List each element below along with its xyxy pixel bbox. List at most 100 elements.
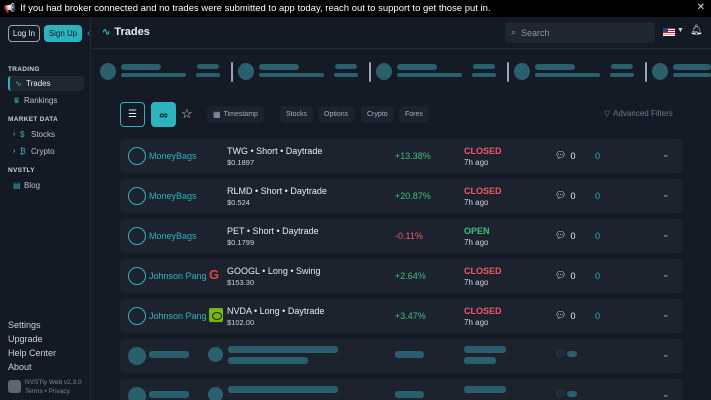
trade-time: 7h ago xyxy=(464,318,489,327)
ticker-skeleton-line xyxy=(121,73,186,77)
filter-chip-forex[interactable]: Forex xyxy=(399,106,429,123)
skeleton-row: 💬︎ ⌄ xyxy=(120,379,683,400)
chevron-down-icon[interactable]: ⌄ xyxy=(662,309,670,320)
close-icon[interactable]: ✕ xyxy=(697,2,705,13)
search-input[interactable] xyxy=(521,27,642,38)
skeleton-line xyxy=(395,351,424,358)
username[interactable]: MoneyBags xyxy=(149,231,197,241)
avatar[interactable] xyxy=(128,307,146,325)
filter-chip-stocks[interactable]: Stocks xyxy=(280,106,314,123)
ticker-skeleton-line xyxy=(610,73,634,77)
trade-price: $102.00 xyxy=(227,318,255,327)
like-count[interactable]: 0 xyxy=(595,191,600,201)
pulse-icon: ∿ xyxy=(15,79,22,88)
ticker-skeleton-line xyxy=(259,64,299,70)
comments-button[interactable]: 💬︎ 0 xyxy=(555,310,575,321)
sidebar-item-crypto[interactable]: › ₿ Crypto xyxy=(8,144,84,159)
comments-button[interactable]: 💬︎ 0 xyxy=(555,190,575,201)
sort-icon[interactable]: ☰ xyxy=(120,102,145,127)
skeleton-row: 💬︎ ⌄ xyxy=(120,339,683,373)
comment-icon: 💬︎ xyxy=(555,389,567,399)
sidebar-item-label: Trades xyxy=(26,79,51,88)
ticker-skeleton-line xyxy=(535,73,600,77)
username[interactable]: MoneyBags xyxy=(149,151,197,161)
ticker-skeleton-line xyxy=(121,64,161,70)
status-badge: CLOSED xyxy=(464,186,502,196)
avatar[interactable] xyxy=(128,187,146,205)
filter-chip-timestamp[interactable]: ▦ Timestamp xyxy=(207,106,264,123)
ticker-skeleton-line xyxy=(472,73,496,77)
like-count[interactable]: 0 xyxy=(595,271,600,281)
advanced-filters-button[interactable]: ▽ Advanced Filters xyxy=(604,109,673,118)
section-trading: TRADING xyxy=(8,66,40,73)
trade-pct: -0.11% xyxy=(395,231,423,241)
skeleton-line xyxy=(228,386,338,393)
filter-toolbar: ☰ ∞ ☆ ▦ Timestamp Stocks Options Crypto … xyxy=(120,102,683,128)
username[interactable]: Johnson Pang xyxy=(149,271,207,281)
page-title: ∿ Trades xyxy=(102,26,150,38)
avatar[interactable] xyxy=(128,147,146,165)
comment-icon: 💬︎ xyxy=(555,270,567,280)
trade-row[interactable]: Johnson Pang NVDA • Long • Daytrade $102… xyxy=(120,299,683,333)
trade-row[interactable]: Johnson Pang G GOOGL • Long • Swing $153… xyxy=(120,259,683,293)
legal-links[interactable]: Terms • Privacy xyxy=(25,387,82,396)
avatar[interactable] xyxy=(128,227,146,245)
trade-info: RLMD • Short • Daytrade xyxy=(227,186,327,196)
upgrade-link[interactable]: Upgrade xyxy=(8,334,43,344)
star-icon[interactable]: ☆ xyxy=(181,106,193,122)
search-box[interactable]: ⌕ xyxy=(505,22,655,43)
ticker-skeleton-line xyxy=(197,64,219,69)
filter-chip-crypto[interactable]: Crypto xyxy=(361,106,394,123)
skeleton-line xyxy=(567,351,577,357)
help-center-link[interactable]: Help Center xyxy=(8,348,56,358)
trade-pct: +2.64% xyxy=(395,271,426,281)
comment-count: 0 xyxy=(570,230,576,241)
filter-chip-options[interactable]: Options xyxy=(318,106,355,123)
top-header: ∿ Trades ⌕ ▼ 🔔︎ xyxy=(92,17,711,49)
chevron-down-icon[interactable]: ⌄ xyxy=(662,149,670,160)
trade-info: PET • Short • Daytrade xyxy=(227,226,319,236)
comments-button[interactable]: 💬︎ 0 xyxy=(555,230,575,241)
signup-button[interactable]: Sign Up xyxy=(44,25,82,42)
status-badge: CLOSED xyxy=(464,306,502,316)
chevron-down-icon[interactable]: ⌄ xyxy=(662,189,670,200)
chevron-down-icon[interactable]: ⌄ xyxy=(662,229,670,240)
trade-row[interactable]: MoneyBags TWG • Short • Daytrade $0.1897… xyxy=(120,139,683,173)
comments-button[interactable]: 💬︎ 0 xyxy=(555,150,575,161)
sidebar-item-rankings[interactable]: ♛ Rankings xyxy=(8,93,84,108)
nvidia-logo-icon xyxy=(209,308,223,322)
bell-icon[interactable]: 🔔︎ xyxy=(690,25,703,36)
trade-row[interactable]: MoneyBags RLMD • Short • Daytrade $0.524… xyxy=(120,179,683,213)
settings-link[interactable]: Settings xyxy=(8,320,41,330)
login-button[interactable]: Log In xyxy=(8,25,40,42)
like-count[interactable]: 0 xyxy=(595,311,600,321)
chevron-down-icon[interactable]: ⌄ xyxy=(662,269,670,280)
chevron-down-icon[interactable]: ⌄ xyxy=(662,389,670,400)
sidebar-item-stocks[interactable]: › $ Stocks xyxy=(8,127,84,142)
sidebar-item-blog[interactable]: ▤ Blog xyxy=(8,178,84,193)
us-flag-icon[interactable] xyxy=(663,28,675,36)
chevron-down-icon[interactable]: ⌄ xyxy=(662,349,670,360)
comments-button[interactable]: 💬︎ 0 xyxy=(555,270,575,281)
status-badge: CLOSED xyxy=(464,146,502,156)
trade-row[interactable]: MoneyBags PET • Short • Daytrade $0.1799… xyxy=(120,219,683,253)
collapse-sidebar-icon[interactable]: ‹ xyxy=(87,28,90,39)
infinity-icon[interactable]: ∞ xyxy=(151,102,176,127)
username[interactable]: MoneyBags xyxy=(149,191,197,201)
nvstly-logo-icon xyxy=(8,380,21,393)
sidebar-item-trades[interactable]: ∿ Trades xyxy=(8,76,84,91)
filter-icon: ▽ xyxy=(604,109,611,118)
dollar-icon: $ xyxy=(20,130,25,139)
skeleton-line xyxy=(149,391,189,398)
like-count[interactable]: 0 xyxy=(595,231,600,241)
avatar[interactable] xyxy=(128,267,146,285)
skeleton-line xyxy=(149,351,189,358)
like-count[interactable]: 0 xyxy=(595,151,600,161)
chevron-down-icon[interactable]: ▼ xyxy=(677,27,684,34)
ticker-skeleton-line xyxy=(334,73,358,77)
username[interactable]: Johnson Pang xyxy=(149,311,207,321)
ticker-skeleton-line xyxy=(673,73,711,77)
skeleton-line xyxy=(567,391,577,397)
about-link[interactable]: About xyxy=(8,362,32,372)
version-text: NVSTly Web v2.3.0 xyxy=(25,379,82,386)
